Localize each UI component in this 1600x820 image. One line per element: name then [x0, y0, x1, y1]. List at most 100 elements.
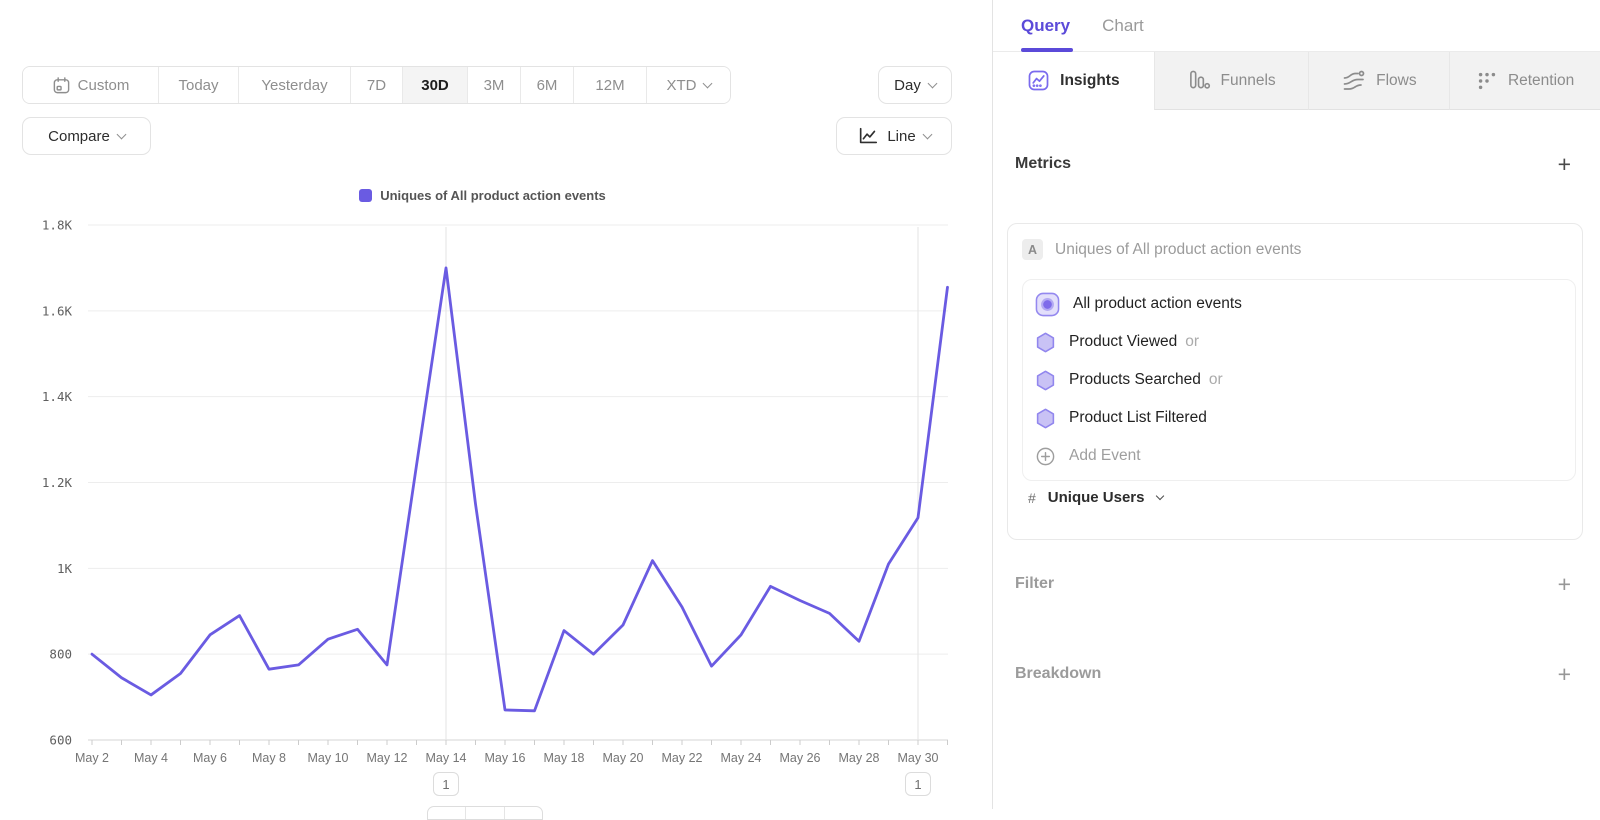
date-range-3m[interactable]: 3M: [468, 67, 521, 103]
svg-text:600: 600: [49, 733, 72, 748]
event-name: Products Searched: [1069, 371, 1201, 389]
annotation-count-badge[interactable]: 1: [905, 772, 931, 796]
tab-retention[interactable]: Retention: [1449, 52, 1600, 110]
add-event-button[interactable]: Add Event: [1023, 437, 1575, 475]
svg-text:May 16: May 16: [485, 751, 526, 765]
chevron-down-icon: [922, 129, 932, 139]
svg-text:1.8K: 1.8K: [42, 218, 73, 233]
date-range-xtd[interactable]: XTD: [647, 67, 730, 103]
date-range-7d[interactable]: 7D: [351, 67, 403, 103]
svg-text:May 14: May 14: [426, 751, 467, 765]
add-metric-button[interactable]: +: [1558, 155, 1571, 173]
filter-section: Filter +: [1015, 575, 1571, 593]
svg-text:May 26: May 26: [780, 751, 821, 765]
event-or-operator: or: [1209, 371, 1223, 389]
chevron-down-icon: [1155, 491, 1163, 499]
date-range-yesterday[interactable]: Yesterday: [239, 67, 351, 103]
svg-text:May 24: May 24: [721, 751, 762, 765]
date-range-control: Custom Today Yesterday 7D 30D 3M 6M 12M XTD: [22, 66, 731, 104]
chart-pane: 600 800 1K 1.2K 1.4K 1.6K 1.8K May 2 May 4 May 6 M…: [0, 0, 992, 809]
event-hexagon-icon: [1035, 408, 1056, 429]
metric-card-header[interactable]: A Uniques of All product action events: [1008, 224, 1582, 272]
report-type-tabs: Insights Funnels Flows Retention: [993, 52, 1600, 110]
funnels-icon: [1188, 69, 1211, 92]
tab-insights[interactable]: Insights: [993, 52, 1154, 110]
date-range-label: Custom: [78, 77, 130, 94]
calendar-icon: [52, 76, 71, 95]
chevron-down-icon: [927, 78, 937, 88]
series-title: Uniques of All product action events: [1055, 241, 1301, 259]
breakdown-title: Breakdown: [1015, 665, 1101, 683]
panel-tab-chart[interactable]: Chart: [1102, 16, 1144, 36]
svg-text:1.2K: 1.2K: [42, 475, 73, 490]
svg-text:May 8: May 8: [252, 751, 286, 765]
svg-text:1.4K: 1.4K: [42, 389, 73, 404]
legend-label: Uniques of All product action events: [380, 188, 606, 203]
panel-tab-query[interactable]: Query: [1021, 16, 1070, 36]
date-range-label: XTD: [667, 77, 697, 94]
date-range-6m[interactable]: 6M: [521, 67, 574, 103]
date-range-custom[interactable]: Custom: [23, 67, 159, 103]
circle-plus-icon: [1035, 446, 1056, 467]
event-hexagon-icon: [1035, 370, 1056, 391]
date-range-label: Today: [178, 77, 218, 94]
clipped-bottom-control[interactable]: [427, 806, 543, 820]
aggregation-dropdown[interactable]: # Unique Users: [1028, 489, 1163, 506]
svg-text:1K: 1K: [57, 561, 73, 576]
svg-text:800: 800: [49, 647, 72, 662]
annotation-count-badge[interactable]: 1: [433, 772, 459, 796]
line-chart-icon: [857, 125, 879, 147]
event-name: Product Viewed: [1069, 333, 1177, 351]
svg-text:May 20: May 20: [603, 751, 644, 765]
metrics-section-header: Metrics +: [1015, 155, 1571, 173]
granularity-dropdown[interactable]: Day: [878, 66, 952, 104]
svg-text:May 18: May 18: [544, 751, 585, 765]
event-row[interactable]: Products Searched or: [1023, 361, 1575, 399]
date-range-label: Yesterday: [261, 77, 327, 94]
tab-label: Funnels: [1221, 72, 1276, 90]
series-letter-badge: A: [1022, 239, 1043, 260]
event-row[interactable]: Product List Filtered: [1023, 399, 1575, 437]
svg-text:May 22: May 22: [662, 751, 703, 765]
date-range-today[interactable]: Today: [159, 67, 239, 103]
chart-legend[interactable]: Uniques of All product action events: [0, 188, 965, 203]
query-panel: Query Chart Insights Funnels Flows Retention…: [992, 0, 1600, 809]
svg-text:May 6: May 6: [193, 751, 227, 765]
retention-icon: [1476, 70, 1498, 92]
date-range-30d[interactable]: 30D: [403, 67, 468, 103]
tab-funnels[interactable]: Funnels: [1154, 52, 1309, 110]
insights-icon: [1027, 69, 1050, 92]
add-breakdown-button[interactable]: +: [1558, 665, 1571, 683]
breakdown-section: Breakdown +: [1015, 665, 1571, 683]
date-range-12m[interactable]: 12M: [574, 67, 647, 103]
chart-type-dropdown[interactable]: Line: [836, 117, 952, 155]
compare-dropdown[interactable]: Compare: [22, 117, 151, 155]
chevron-down-icon: [116, 129, 126, 139]
tab-flows[interactable]: Flows: [1308, 52, 1449, 110]
legend-swatch: [359, 189, 372, 202]
svg-text:May 2: May 2: [75, 751, 109, 765]
active-tab-underline: [1021, 48, 1073, 52]
add-event-label: Add Event: [1069, 447, 1141, 465]
date-range-label: 30D: [421, 77, 449, 94]
chevron-down-icon: [702, 78, 712, 88]
event-row[interactable]: All product action events: [1023, 285, 1575, 323]
add-filter-button[interactable]: +: [1558, 575, 1571, 593]
granularity-label: Day: [894, 77, 921, 94]
date-range-label: 7D: [367, 77, 386, 94]
chart-type-label: Line: [887, 128, 915, 145]
tab-label: Insights: [1060, 72, 1119, 90]
metric-card: A Uniques of All product action events A…: [1007, 223, 1583, 540]
svg-text:May 10: May 10: [308, 751, 349, 765]
svg-text:1.6K: 1.6K: [42, 303, 73, 318]
event-row[interactable]: Product Viewedor: [1023, 323, 1575, 361]
all-events-icon: [1035, 292, 1060, 317]
tab-label: Retention: [1508, 72, 1574, 90]
date-range-label: 3M: [484, 77, 505, 94]
svg-text:May 4: May 4: [134, 751, 168, 765]
date-range-label: 12M: [595, 77, 624, 94]
panel-header-tabs: Query Chart: [993, 0, 1600, 52]
flows-icon: [1342, 69, 1366, 93]
number-symbol-icon: #: [1028, 490, 1036, 506]
filter-title: Filter: [1015, 575, 1054, 593]
